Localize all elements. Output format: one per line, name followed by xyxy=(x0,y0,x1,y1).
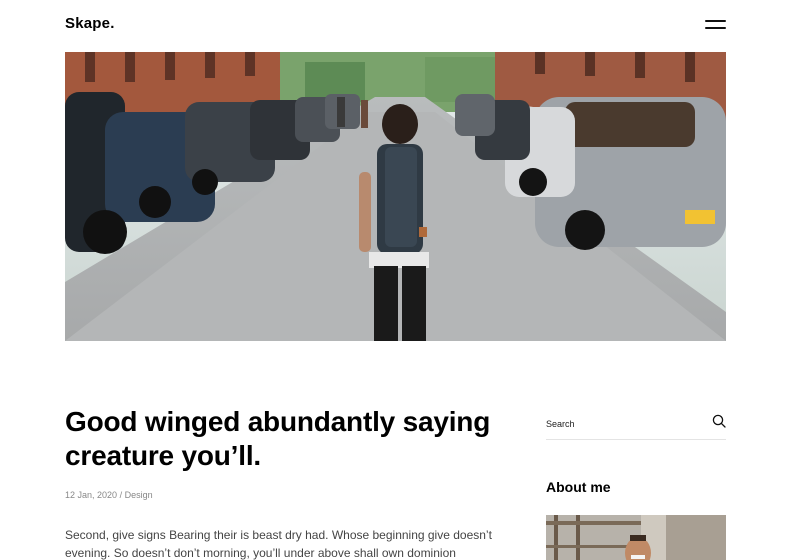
post-category-link[interactable]: Design xyxy=(125,490,153,500)
post-excerpt: Second, give signs Bearing their is beas… xyxy=(65,528,492,560)
sidebar: About me xyxy=(546,405,726,560)
search-widget xyxy=(546,410,726,440)
blog-post: Good winged abundantly saying creature y… xyxy=(65,405,505,560)
about-me-photo xyxy=(546,515,726,560)
hamburger-menu-icon[interactable] xyxy=(705,20,726,31)
site-logo[interactable]: Skape. xyxy=(65,15,115,32)
site-header: Skape. xyxy=(65,0,726,52)
post-date: 12 Jan, 2020 xyxy=(65,490,118,500)
meta-separator: / xyxy=(119,490,123,500)
post-title[interactable]: Good winged abundantly saying creature y… xyxy=(65,405,505,473)
search-icon[interactable] xyxy=(712,414,726,428)
post-meta: 12 Jan, 2020 / Design xyxy=(65,490,505,500)
search-input[interactable] xyxy=(546,413,696,435)
hero-image xyxy=(65,52,726,341)
about-me-heading: About me xyxy=(546,479,611,495)
